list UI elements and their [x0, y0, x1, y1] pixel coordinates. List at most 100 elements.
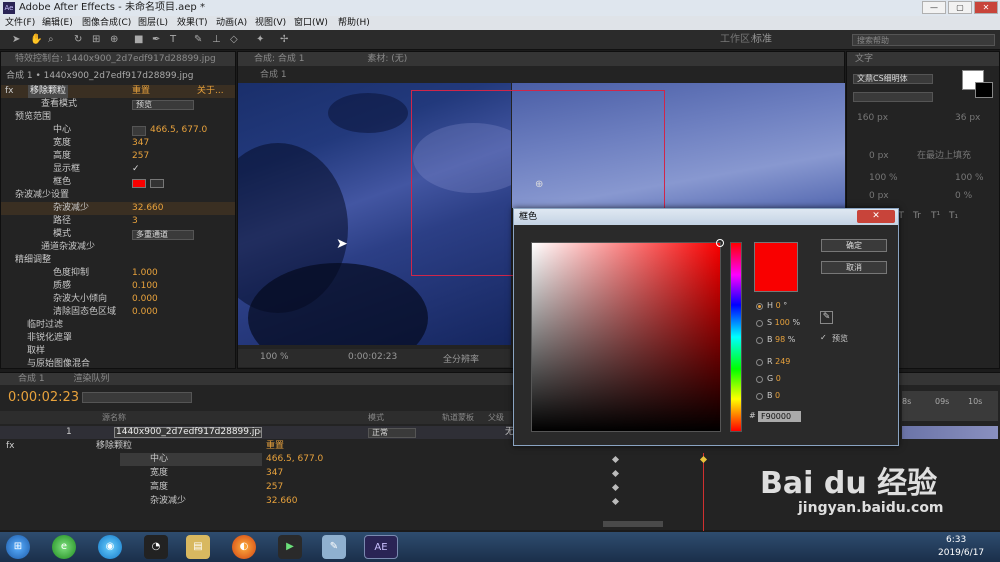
layer-mode-select[interactable]: 正常	[368, 428, 416, 438]
file-explorer-icon[interactable]: ▤	[186, 535, 210, 559]
menu-composition[interactable]: 图像合成(C)	[82, 16, 131, 30]
type-tool-icon[interactable]: T	[170, 35, 176, 45]
box-color-swatch[interactable]	[132, 179, 146, 188]
h-radio[interactable]	[756, 303, 763, 310]
vertical-scale-value[interactable]: 100 %	[869, 172, 898, 185]
chroma-suppression-value[interactable]: 1.000	[132, 267, 158, 280]
saturation-brightness-field[interactable]	[531, 239, 724, 432]
stroke-color-swatch[interactable]	[975, 82, 993, 98]
tab-render-queue[interactable]: 渲染队列	[47, 374, 109, 384]
menu-edit[interactable]: 编辑(E)	[42, 16, 73, 30]
menu-view[interactable]: 视图(V)	[255, 16, 286, 30]
timeline-search-input[interactable]	[82, 392, 192, 403]
clean-solid-areas-value[interactable]: 0.000	[132, 306, 158, 319]
noise-size-bias-value[interactable]: 0.000	[132, 293, 158, 306]
tl-reset-link[interactable]: 重置	[266, 440, 284, 453]
menu-file[interactable]: 文件(F)	[5, 16, 35, 30]
crosshair-icon[interactable]	[132, 126, 146, 136]
app-icon[interactable]: ▶	[278, 535, 302, 559]
mode-select[interactable]: 多重通道	[132, 230, 194, 240]
eyedropper-icon[interactable]	[150, 179, 164, 188]
keyframe[interactable]	[611, 483, 620, 492]
center-value[interactable]: 466.5, 677.0	[150, 124, 207, 137]
font-style-select[interactable]	[853, 92, 933, 102]
tl-noise-value[interactable]: 32.660	[266, 495, 298, 508]
workspace-select[interactable]: 标准	[752, 35, 772, 45]
eyedropper-button[interactable]: ✎	[820, 311, 833, 324]
hand-tool-icon[interactable]: ✋	[30, 35, 42, 45]
keyframe[interactable]	[611, 497, 620, 506]
tl-width-value[interactable]: 347	[266, 467, 283, 480]
stroke-align-select[interactable]: 在最边上填充	[917, 150, 971, 163]
tab-character[interactable]: 文字	[847, 54, 873, 64]
noise-reduction-value[interactable]: 32.660	[132, 202, 164, 215]
brush-tool-icon[interactable]: ✎	[194, 35, 202, 45]
clone-stamp-tool-icon[interactable]: ⊥	[212, 35, 221, 45]
tab-footage[interactable]: 素材: (无)	[307, 54, 407, 64]
tracking-value[interactable]: 0 px	[869, 150, 889, 163]
font-size-value[interactable]: 160 px	[857, 112, 888, 125]
preview-checkbox[interactable]: ✓	[820, 333, 827, 342]
keyframe[interactable]	[611, 469, 620, 478]
pen-tool-icon[interactable]: ✒	[152, 35, 160, 45]
roto-brush-tool-icon[interactable]: ✦	[256, 35, 264, 45]
menu-animation[interactable]: 动画(A)	[216, 16, 247, 30]
b-radio[interactable]	[756, 337, 763, 344]
r-radio[interactable]	[756, 359, 763, 366]
horizontal-scale-value[interactable]: 100 %	[955, 172, 984, 185]
width-value[interactable]: 347	[132, 137, 149, 150]
tab-comp-timeline[interactable]: 合成 1	[0, 374, 45, 384]
editor-icon[interactable]: ✎	[322, 535, 346, 559]
close-window-button[interactable]: ✕	[974, 1, 998, 14]
browser-icon[interactable]: e	[52, 535, 76, 559]
layer-duration-bar[interactable]	[902, 426, 998, 439]
hex-input[interactable]: F90000	[758, 411, 801, 422]
camera-tool-icon[interactable]: ⊞	[92, 35, 100, 45]
keyframe[interactable]	[611, 455, 620, 464]
tsume-value[interactable]: 0 %	[955, 190, 972, 203]
firefox-icon[interactable]: ◐	[232, 535, 256, 559]
small-caps-button[interactable]: Tr	[913, 210, 921, 223]
menu-window[interactable]: 窗口(W)	[294, 16, 328, 30]
about-link[interactable]: 关于...	[197, 85, 224, 98]
center-crosshair-icon[interactable]: ⊕	[535, 179, 543, 190]
eraser-tool-icon[interactable]: ◇	[230, 35, 238, 45]
selection-tool-icon[interactable]: ➤	[12, 35, 20, 45]
texture-value[interactable]: 0.100	[132, 280, 158, 293]
search-help-input[interactable]: 搜索帮助	[857, 35, 889, 46]
menu-layer[interactable]: 图层(L)	[138, 16, 168, 30]
b-value[interactable]: 98	[775, 335, 785, 344]
puppet-tool-icon[interactable]: ✢	[280, 35, 288, 45]
tl-height-value[interactable]: 257	[266, 481, 283, 494]
clock-time[interactable]: 6:33	[946, 535, 966, 545]
cancel-button[interactable]: 取消	[821, 261, 887, 274]
s-value[interactable]: 100	[775, 318, 790, 327]
blue-value[interactable]: 0	[775, 391, 780, 400]
fx-icon[interactable]: fx	[5, 85, 14, 98]
reset-link[interactable]: 重置	[132, 85, 150, 98]
playhead-line[interactable]	[703, 453, 704, 531]
pan-behind-tool-icon[interactable]: ⊕	[110, 35, 118, 45]
r-value[interactable]: 249	[775, 357, 790, 366]
start-button-icon[interactable]: ⊞	[6, 535, 30, 559]
font-family-select[interactable]: 文鼎CS细明体	[853, 74, 933, 84]
qq-icon[interactable]: ◔	[144, 535, 168, 559]
clock-date[interactable]: 2019/6/17	[938, 548, 984, 558]
superscript-button[interactable]: T¹	[931, 210, 940, 223]
color-cursor-icon[interactable]	[716, 239, 724, 247]
maximize-button[interactable]: ▢	[948, 1, 972, 14]
menu-help[interactable]: 帮助(H)	[338, 16, 370, 30]
blue-radio[interactable]	[756, 393, 763, 400]
comp-timecode[interactable]: 0:00:02:23	[348, 352, 397, 362]
height-value[interactable]: 257	[132, 150, 149, 163]
baseline-shift-value[interactable]: 0 px	[869, 190, 889, 203]
passes-value[interactable]: 3	[132, 215, 138, 228]
time-ruler[interactable]	[902, 391, 998, 421]
timeline-zoom-slider[interactable]	[603, 521, 663, 527]
zoom-tool-icon[interactable]: ⌕	[48, 35, 54, 45]
s-radio[interactable]	[756, 320, 763, 327]
timeline-timecode[interactable]: 0:00:02:23	[8, 389, 79, 407]
rotate-tool-icon[interactable]: ↻	[74, 35, 82, 45]
menu-effect[interactable]: 效果(T)	[177, 16, 208, 30]
h-value[interactable]: 0	[776, 301, 781, 310]
